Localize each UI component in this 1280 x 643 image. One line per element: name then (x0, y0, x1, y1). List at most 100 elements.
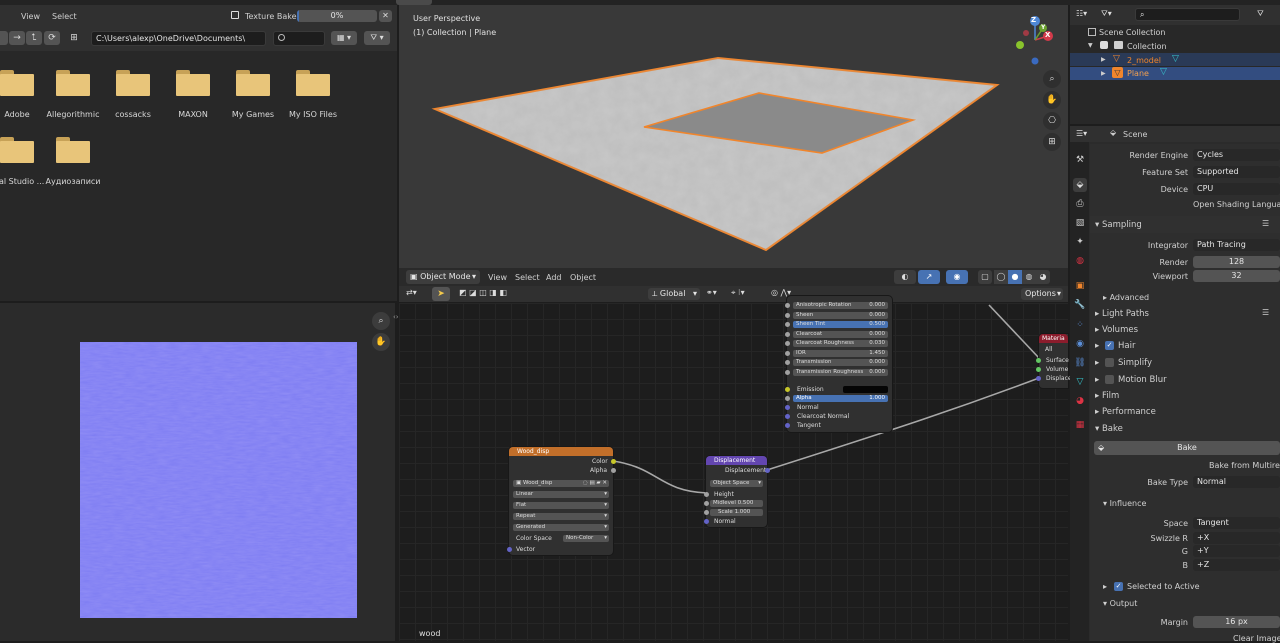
midlevel-field[interactable]: Midlevel 0.500 (710, 500, 763, 507)
bake-panel[interactable]: ▾ Bake (1095, 424, 1123, 434)
object-mode-dropdown[interactable]: ▣ Object Mode ▾ (406, 270, 480, 284)
folder-icon[interactable] (176, 70, 210, 96)
motion-blur-checkbox[interactable] (1105, 375, 1114, 384)
principled-field[interactable]: Anisotropic Rotation 0.000 (793, 302, 888, 309)
tangent-socket[interactable] (785, 423, 790, 428)
new-folder-icon[interactable]: ⊞ (66, 31, 82, 45)
viewport-menu-select[interactable]: Select (515, 273, 540, 282)
output-target[interactable]: All (1045, 346, 1052, 353)
render-samples-field[interactable]: 128 (1193, 256, 1280, 268)
space-dropdown[interactable]: Object Space ▾ (710, 480, 763, 487)
presets-list-icon[interactable]: ☰ (1262, 308, 1269, 317)
vector-input-socket[interactable] (507, 547, 512, 552)
forward-button[interactable]: → (9, 31, 25, 45)
clear-image-label[interactable]: Clear Image (1233, 634, 1280, 643)
options-dropdown[interactable]: Options ▾ (1021, 288, 1063, 300)
alpha-field[interactable]: Alpha 1.000 (793, 395, 888, 402)
folder-icon[interactable] (56, 137, 90, 163)
performance-panel[interactable]: ▸ Performance (1095, 407, 1156, 417)
outliner-item-2-model[interactable]: 2_model (1127, 56, 1161, 65)
advanced-subpanel[interactable]: ▸ Advanced (1103, 293, 1149, 302)
color-space-dropdown[interactable]: Non-Color ▾ (563, 535, 609, 542)
principled-field[interactable]: Sheen Tint 0.500 (793, 321, 888, 328)
solid-shading-icon[interactable]: ● (1008, 270, 1022, 284)
tool-icon[interactable]: ⇄▾ (406, 288, 426, 300)
viewport-menu-view[interactable]: View (488, 273, 507, 282)
display-mode-icon[interactable]: ☷▾ (1076, 9, 1087, 18)
principled-field[interactable]: Transmission Roughness 0.000 (793, 368, 888, 376)
folder-label[interactable]: My ISO Files (278, 110, 348, 119)
scene-collection-label[interactable]: Scene Collection (1099, 28, 1166, 37)
viewport-menu-object[interactable]: Object (570, 273, 596, 282)
folder-icon[interactable] (116, 70, 150, 96)
source-dropdown[interactable]: Generated ▾ (513, 524, 609, 531)
folder-icon[interactable] (0, 70, 34, 96)
image-actions-icons[interactable]: ◌ ▤ ▰ ✕ (583, 480, 607, 487)
displacement-input-socket[interactable] (1036, 376, 1041, 381)
osl-label[interactable]: Open Shading Language (1193, 200, 1280, 209)
viewport-pan-icon[interactable]: ✋ (1043, 91, 1061, 109)
folder-icon[interactable] (296, 70, 330, 96)
collection-checkbox[interactable] (1100, 41, 1108, 49)
bake-type-dropdown[interactable]: Normal (1193, 476, 1280, 488)
filter-icon[interactable]: ⛛ ▾ (364, 31, 390, 45)
folder-icon[interactable] (236, 70, 270, 96)
sampling-header-label[interactable]: ▾ Sampling (1095, 220, 1142, 230)
gizmo-toggle-icon[interactable]: ↗ (918, 270, 940, 284)
scale-socket[interactable] (704, 510, 709, 515)
cancel-job-button[interactable]: ✕ (379, 10, 392, 22)
navigation-gizmo[interactable] (1012, 14, 1062, 70)
interpolation-dropdown[interactable]: Linear ▾ (513, 491, 609, 498)
constraints-tab-icon[interactable]: ⛓ (1073, 356, 1087, 370)
display-mode-button[interactable]: ▦ ▾ (331, 31, 357, 45)
outliner-options-icon[interactable]: ⛛ (1257, 9, 1264, 19)
render-tab-icon[interactable]: ⬙ (1073, 178, 1087, 192)
clearcoat-normal-socket[interactable] (785, 414, 790, 419)
tool-tab-icon[interactable]: ⚒ (1073, 153, 1087, 167)
simplify-panel[interactable]: ▸ (1095, 358, 1099, 368)
expand-arrow-icon[interactable]: ▶ (1101, 70, 1106, 77)
select-mode-buttons[interactable]: ◩ ◪ ◫ ◨ ◧ (459, 288, 523, 300)
perspective-toggle-icon[interactable]: ⊞ (1043, 133, 1061, 151)
folder-icon[interactable] (56, 70, 90, 96)
principled-field[interactable]: Clearcoat 0.000 (793, 330, 888, 338)
object-tab-icon[interactable]: ▣ (1073, 279, 1087, 293)
simplify-checkbox[interactable] (1105, 358, 1114, 367)
refresh-icon[interactable]: ⟳ (44, 31, 60, 45)
displacement-output-socket[interactable] (765, 468, 770, 473)
render-engine-dropdown[interactable]: Cycles (1193, 149, 1280, 161)
texture-tab-icon[interactable]: ▦ (1073, 418, 1087, 432)
margin-field[interactable]: 16 px (1193, 616, 1280, 628)
projection-dropdown[interactable]: Flat ▾ (513, 502, 609, 509)
extension-dropdown[interactable]: Repeat ▾ (513, 513, 609, 520)
folder-label[interactable]: Аудиозаписи (38, 177, 108, 186)
pan-hand-icon[interactable]: ✋ (372, 333, 390, 351)
volume-input-socket[interactable] (1036, 367, 1041, 372)
output-tab-icon[interactable]: ⎙ (1073, 197, 1087, 211)
motion-blur-panel[interactable]: ▸ (1095, 375, 1099, 385)
zoom-icon[interactable]: ⌕ (372, 312, 390, 330)
menu-view[interactable]: View (21, 12, 40, 21)
selected-to-active-checkbox[interactable]: ✓ (1114, 582, 1123, 591)
wireframe-shading-icon[interactable]: ◯ (994, 270, 1008, 284)
selected-to-active-subpanel[interactable]: ▸ (1103, 582, 1107, 591)
material-tab-icon[interactable]: ◕ (1073, 394, 1087, 408)
select-cursor-icon[interactable]: ➤ (432, 287, 450, 301)
influence-subpanel[interactable]: ▾ Influence (1103, 499, 1146, 508)
outliner-filter-icon[interactable]: ⛛▾ (1101, 9, 1112, 19)
disp-normal-socket[interactable] (704, 519, 709, 524)
normal-socket[interactable] (785, 405, 790, 410)
snap-icon[interactable]: ⌖ ⁝▾ (731, 288, 767, 300)
surface-input-socket[interactable] (1036, 358, 1041, 363)
hair-checkbox[interactable]: ✓ (1105, 341, 1114, 350)
path-field[interactable]: C:\Users\alexp\OneDrive\Documents\ (91, 31, 266, 46)
principled-field[interactable]: IOR 1.450 (793, 349, 888, 357)
transform-orientation-dropdown[interactable]: ⟂ Global ▾ (648, 288, 700, 300)
hair-panel[interactable]: ▸ (1095, 341, 1099, 351)
viewport-zoom-icon[interactable]: ⌕ (1043, 70, 1061, 88)
world-tab-icon[interactable]: ◍ (1073, 254, 1087, 268)
editor-type-icon[interactable]: ☰▾ (1076, 129, 1087, 138)
panel-divider-arrows[interactable]: ‹› (393, 313, 399, 321)
input-socket[interactable] (785, 312, 790, 318)
principled-field[interactable]: Clearcoat Roughness 0.030 (793, 340, 888, 347)
